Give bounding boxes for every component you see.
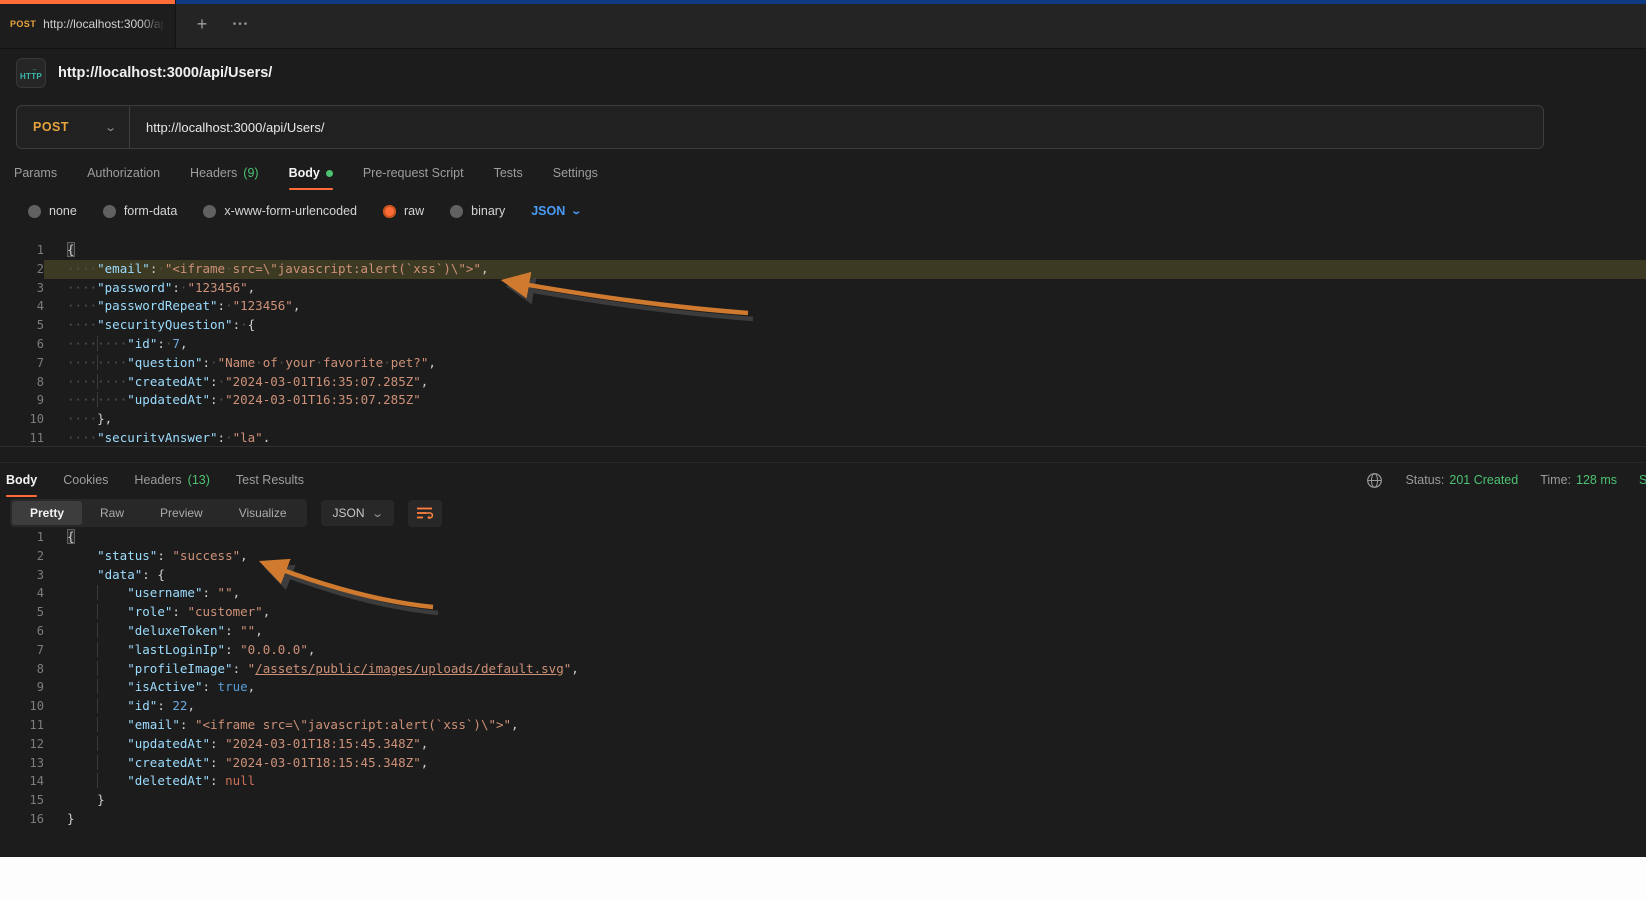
response-tab-cookies[interactable]: Cookies [63, 473, 108, 487]
active-tab-indicator [0, 0, 175, 4]
radio-icon [203, 205, 216, 218]
response-view-toolbar: Pretty Raw Preview Visualize JSON ⌄ [10, 499, 442, 527]
code-line: 11 "email": "<iframe src=\"javascript:al… [0, 716, 1646, 735]
body-modified-dot [326, 170, 333, 177]
method-label: POST [33, 120, 69, 134]
top-accent-strip [176, 0, 1646, 4]
mode-x-www-form-urlencoded[interactable]: x-www-form-urlencoded [203, 204, 357, 218]
chevron-down-icon: ⌄ [571, 206, 583, 217]
more-tabs-icon[interactable]: ••• [228, 12, 254, 36]
new-tab-button[interactable]: + [190, 12, 214, 36]
request-tab-bar: POST http://localhost:3000/ap + ••• [0, 0, 1646, 49]
raw-language-dropdown[interactable]: JSON ⌄ [531, 204, 580, 218]
code-line: 3 "data": { [0, 566, 1646, 585]
response-headers-count: (13) [188, 473, 210, 487]
body-mode-row: none form-data x-www-form-urlencoded raw… [28, 199, 581, 223]
code-line: 9 "isActive": true, [0, 678, 1646, 697]
request-body-editor[interactable]: 1{2····"email":·"<iframe·src=\"javascrip… [0, 240, 1646, 442]
response-tab-headers[interactable]: Headers(13) [134, 473, 209, 487]
tab-pre-request-script[interactable]: Pre-request Script [363, 166, 464, 180]
code-line: 13 "createdAt": "2024-03-01T18:15:45.348… [0, 754, 1646, 773]
app-window: POST http://localhost:3000/ap + ••• → HT… [0, 0, 1646, 900]
response-header: Body Cookies Headers(13) Test Results St… [6, 464, 1646, 496]
code-line: 9········"updatedAt":·"2024-03-01T16:35:… [0, 391, 1646, 410]
code-line: 14 "deletedAt": null [0, 772, 1646, 791]
response-tab-body[interactable]: Body [6, 473, 37, 487]
wrap-lines-button[interactable] [408, 500, 442, 527]
wrap-lines-icon [416, 506, 434, 520]
mode-none[interactable]: none [28, 204, 77, 218]
code-line: 6········"id":·7, [0, 335, 1646, 354]
chevron-down-icon: ⌄ [371, 507, 384, 520]
radio-selected-icon [383, 205, 396, 218]
response-status-bar: Status: 201 Created Time: 128 ms S [1366, 464, 1646, 496]
code-line: 10 "id": 22, [0, 697, 1646, 716]
url-input[interactable]: http://localhost:3000/api/Users/ [130, 120, 325, 135]
method-dropdown[interactable]: POST ⌄ [17, 106, 129, 148]
response-tabs: Body Cookies Headers(13) Test Results [6, 473, 304, 487]
tab-params[interactable]: Params [14, 166, 57, 180]
code-line: 5 "role": "customer", [0, 603, 1646, 622]
tab-authorization[interactable]: Authorization [87, 166, 160, 180]
code-line: 2····"email":·"<iframe·src=\"javascript:… [0, 260, 1646, 279]
view-pretty[interactable]: Pretty [12, 501, 82, 525]
mode-raw[interactable]: raw [383, 204, 424, 218]
request-section-tabs: Params Authorization Headers(9) Body Pre… [14, 160, 598, 186]
tab-tests[interactable]: Tests [494, 166, 523, 180]
code-line: 7········"question":·"Name·of·your·favor… [0, 354, 1646, 373]
divider [0, 462, 1646, 463]
http-request-icon: → HTTP [16, 58, 46, 88]
chevron-down-icon: ⌄ [104, 121, 117, 134]
tab-title: http://localhost:3000/ap [43, 17, 165, 31]
view-switcher: Pretty Raw Preview Visualize [10, 499, 307, 527]
http-icon-arrow: → [31, 66, 38, 72]
mode-form-data[interactable]: form-data [103, 204, 178, 218]
view-visualize[interactable]: Visualize [221, 501, 305, 525]
divider [0, 446, 1646, 447]
request-title: http://localhost:3000/api/Users/ [58, 65, 272, 81]
tab-settings[interactable]: Settings [553, 166, 598, 180]
response-body-editor[interactable]: 1{2 "status": "success",3 "data": {4 "us… [0, 528, 1646, 838]
code-line: 4 "username": "", [0, 584, 1646, 603]
network-globe-icon [1366, 472, 1383, 489]
code-line: 8 "profileImage": "/assets/public/images… [0, 660, 1646, 679]
status-field: Status: 201 Created [1405, 473, 1518, 487]
code-line: 6 "deluxeToken": "", [0, 622, 1646, 641]
status-value: 201 Created [1449, 473, 1518, 487]
code-line: 15 } [0, 791, 1646, 810]
code-line: 3····"password":·"123456", [0, 279, 1646, 298]
view-raw[interactable]: Raw [82, 501, 142, 525]
code-line: 10····}, [0, 410, 1646, 429]
tab-body[interactable]: Body [289, 166, 333, 180]
request-tab[interactable]: POST http://localhost:3000/ap [0, 0, 176, 48]
code-line: 1{ [0, 528, 1646, 547]
mode-binary[interactable]: binary [450, 204, 505, 218]
code-line: 11····"securityAnswer":·"la", [0, 429, 1646, 442]
view-preview[interactable]: Preview [142, 501, 221, 525]
code-line: 1{ [0, 241, 1646, 260]
tab-method-badge: POST [10, 19, 36, 29]
radio-icon [28, 205, 41, 218]
url-builder: POST ⌄ http://localhost:3000/api/Users/ [16, 105, 1544, 149]
size-field-clipped: S [1639, 473, 1646, 487]
code-line: 2 "status": "success", [0, 547, 1646, 566]
time-value: 128 ms [1576, 473, 1617, 487]
breadcrumb: → HTTP http://localhost:3000/api/Users/ [16, 56, 272, 90]
radio-icon [103, 205, 116, 218]
code-line: 5····"securityQuestion":·{ [0, 316, 1646, 335]
tab-headers[interactable]: Headers(9) [190, 166, 259, 180]
radio-icon [450, 205, 463, 218]
response-language-dropdown[interactable]: JSON ⌄ [321, 500, 394, 526]
time-field: Time: 128 ms [1540, 473, 1617, 487]
code-line: 16} [0, 810, 1646, 829]
code-line: 12 "updatedAt": "2024-03-01T18:15:45.348… [0, 735, 1646, 754]
code-line: 8········"createdAt":·"2024-03-01T16:35:… [0, 373, 1646, 392]
code-line: 7 "lastLoginIp": "0.0.0.0", [0, 641, 1646, 660]
code-line: 4····"passwordRepeat":·"123456", [0, 297, 1646, 316]
response-tab-test-results[interactable]: Test Results [236, 473, 304, 487]
headers-count: (9) [243, 166, 258, 180]
bottom-white-band [0, 857, 1646, 900]
